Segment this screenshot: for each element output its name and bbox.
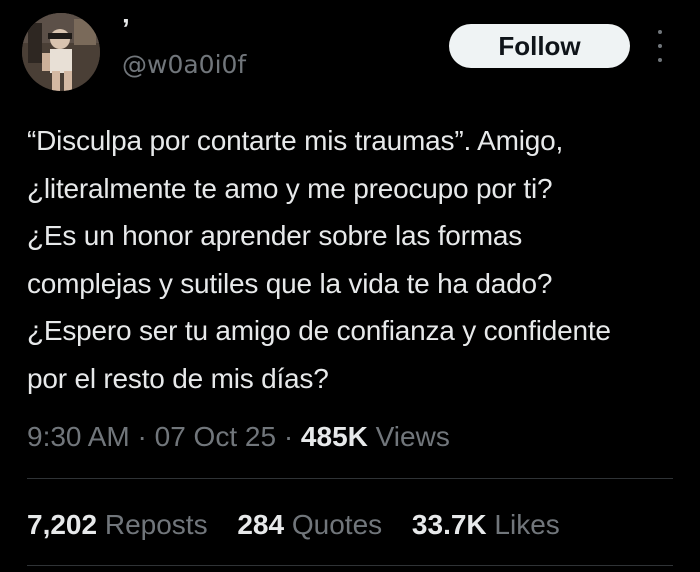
follow-button[interactable]: Follow [449, 24, 630, 68]
tweet-text-line: ¿literalmente te amo y me preocupo por t… [27, 172, 553, 204]
likes-stat[interactable]: 33.7K Likes [412, 509, 560, 540]
likes-count: 33.7K [411, 509, 487, 540]
more-dot [658, 44, 662, 48]
tweet-text-line: ¿Es un honor aprender sobre las formas [27, 220, 523, 251]
engagement-stats: 7,202 Reposts 284 Quotes 33.7K Likes [27, 505, 582, 545]
author-handle[interactable]: @w0a0i0f [122, 50, 246, 80]
divider [27, 478, 673, 479]
views-label: Views [375, 421, 450, 452]
reposts-stat[interactable]: 7,202 Reposts [27, 509, 208, 540]
avatar[interactable] [22, 13, 100, 91]
reposts-label: Reposts [104, 509, 208, 540]
views-count: 485K [300, 421, 368, 452]
tweet-text-line: ¿Espero ser tu amigo de confianza y conf… [27, 315, 611, 346]
tweet-text: “Disculpa por contarte mis traumas”. Ami… [27, 117, 687, 402]
tweet-text-line: complejas y sutiles que la vida te ha da… [27, 267, 553, 299]
more-dot [658, 58, 662, 62]
reposts-count: 7,202 [27, 509, 98, 540]
more-options-icon[interactable] [652, 30, 668, 62]
tweet-text-line: por el resto de mis días? [27, 362, 329, 394]
tweet-meta: 9:30 AM · 07 Oct 25 · 485K Views [27, 418, 450, 456]
tweet-date[interactable]: 07 Oct 25 [155, 421, 276, 452]
divider [27, 565, 673, 566]
quotes-label: Quotes [291, 509, 383, 540]
likes-label: Likes [494, 509, 560, 540]
tweet-text-line: “Disculpa por contarte mis traumas”. Ami… [27, 125, 564, 156]
meta-separator: · [283, 421, 294, 452]
more-dot [658, 30, 662, 34]
quotes-stat[interactable]: 284 Quotes [237, 509, 382, 540]
author-display-name[interactable]: ’ [122, 14, 130, 44]
quotes-count: 284 [237, 509, 285, 540]
avatar-photo [22, 13, 100, 91]
meta-separator: · [137, 421, 147, 452]
tweet: ’ @w0a0i0f Follow “Disculpa por contarte… [0, 0, 700, 572]
tweet-time[interactable]: 9:30 AM [27, 421, 130, 452]
